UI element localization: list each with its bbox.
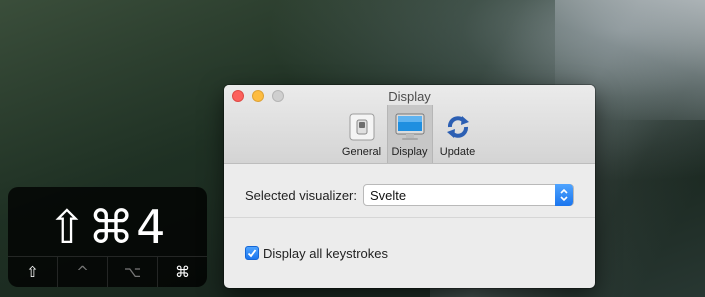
window-titlebar: Display General Display Update <box>224 85 595 164</box>
modifier-row: ⇧ ^ ⌥ ⌘ <box>8 256 207 287</box>
tab-display[interactable]: Display <box>386 105 433 163</box>
tab-update[interactable]: Update <box>435 105 481 163</box>
visualizer-label: Selected visualizer: <box>245 187 357 203</box>
keystroke-combo: ⇧⌘4 <box>47 200 168 254</box>
tab-display-label: Display <box>391 146 428 158</box>
refresh-icon <box>443 112 473 142</box>
updown-chevron-icon <box>555 184 573 206</box>
light-switch-icon <box>347 112 377 142</box>
tab-general[interactable]: General <box>339 105 385 163</box>
keystroke-overlay: ⇧⌘4 ⇧ ^ ⌥ ⌘ <box>8 187 207 287</box>
display-all-keystrokes-checkbox[interactable] <box>245 246 259 260</box>
shift-modifier-icon: ⇧ <box>26 263 39 281</box>
control-modifier-icon: ^ <box>57 257 107 287</box>
option-modifier-icon: ⌥ <box>107 257 157 287</box>
preferences-window: Display General Display Update Selected … <box>224 85 595 288</box>
visualizer-select-value: Svelte <box>370 187 407 203</box>
checkmark-icon <box>247 249 257 258</box>
window-title: Display <box>388 89 431 104</box>
visualizer-select[interactable]: Svelte <box>363 184 574 206</box>
tab-update-label: Update <box>439 146 476 158</box>
preferences-toolbar: General Display Update <box>224 105 595 163</box>
divider <box>224 217 595 218</box>
display-all-keystrokes-label[interactable]: Display all keystrokes <box>263 246 388 261</box>
visualizer-row: Selected visualizer: Svelte <box>245 184 574 206</box>
keystrokes-row: Display all keystrokes <box>245 245 388 261</box>
command-modifier-icon: ⌘ <box>157 257 207 287</box>
tab-general-label: General <box>341 146 382 158</box>
monitor-icon <box>395 112 425 142</box>
